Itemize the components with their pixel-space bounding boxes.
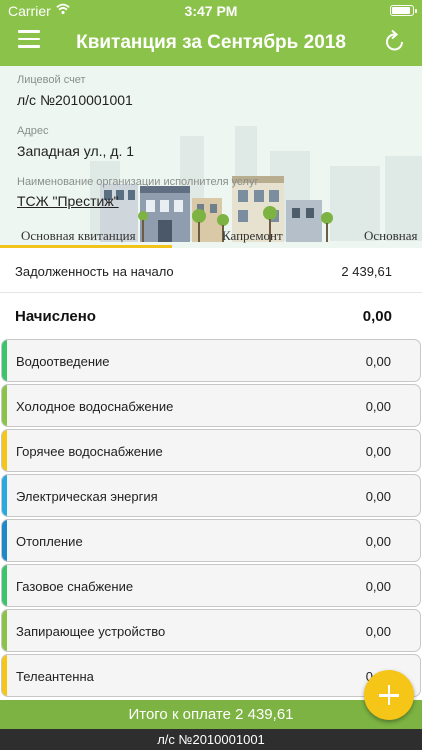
provider-label: Наименование организации исполнителя усл…: [17, 176, 259, 188]
status-bar: Carrier 3:47 PM: [0, 0, 422, 22]
tab-capital-repair[interactable]: Капремонт: [222, 228, 283, 244]
service-value: 0,00: [365, 399, 391, 414]
battery-icon: [390, 5, 417, 16]
service-label: Холодное водоснабжение: [16, 399, 174, 414]
account-label: Лицевой счет: [17, 74, 86, 86]
service-color-bar: [2, 475, 7, 516]
service-color-bar: [2, 610, 7, 651]
account-footer: л/с №2010001001: [0, 729, 422, 750]
accrued-row: Начислено 0,00: [0, 295, 422, 337]
service-row[interactable]: Холодное водоснабжение 0,00: [1, 384, 421, 427]
service-value: 0,00: [365, 579, 391, 594]
refresh-icon[interactable]: [382, 28, 408, 54]
address-label: Адрес: [17, 125, 49, 137]
service-color-bar: [2, 385, 7, 426]
provider-link[interactable]: ТСЖ "Престиж": [17, 193, 119, 209]
accrued-value: 0,00: [362, 308, 392, 325]
service-row[interactable]: Водоотведение 0,00: [1, 339, 421, 382]
service-row[interactable]: Отопление 0,00: [1, 519, 421, 562]
status-time: 3:47 PM: [184, 3, 238, 19]
opening-debt-label: Задолженность на начало: [15, 264, 174, 279]
receipt-info: Лицевой счет л/с №2010001001 Адрес Запад…: [0, 66, 422, 248]
service-label: Запирающее устройство: [16, 624, 166, 639]
accrued-label: Начислено: [15, 308, 96, 325]
service-value: 0,00: [365, 534, 391, 549]
tab-main-secondary[interactable]: Основная: [364, 228, 417, 244]
service-label: Газовое снабжение: [16, 579, 134, 594]
service-label: Отопление: [16, 534, 83, 549]
service-value: 0,00: [365, 354, 391, 369]
service-value: 0,00: [365, 624, 391, 639]
tab-main-receipt[interactable]: Основная квитанция: [21, 228, 136, 244]
service-color-bar: [2, 565, 7, 606]
service-label: Телеантенна: [16, 669, 94, 684]
service-label: Горячее водоснабжение: [16, 444, 163, 459]
plus-icon[interactable]: [364, 670, 414, 720]
service-row[interactable]: Телеантенна 0,00: [1, 654, 421, 697]
service-value: 0,00: [365, 489, 391, 504]
service-label: Водоотведение: [16, 354, 110, 369]
service-color-bar: [2, 430, 7, 471]
total-due-bar[interactable]: Итого к оплате 2 439,61: [0, 700, 422, 729]
service-color-bar: [2, 655, 7, 696]
opening-debt-row: Задолженность на начало 2 439,61: [0, 248, 422, 293]
app-header: Carrier 3:47 PM Квитанция за Сентябрь 20…: [0, 0, 422, 66]
service-color-bar: [2, 340, 7, 381]
service-row[interactable]: Электрическая энергия 0,00: [1, 474, 421, 517]
service-row[interactable]: Запирающее устройство 0,00: [1, 609, 421, 652]
page-title: Квитанция за Сентябрь 2018: [76, 32, 346, 53]
service-row[interactable]: Газовое снабжение 0,00: [1, 564, 421, 607]
service-label: Электрическая энергия: [16, 489, 158, 504]
service-color-bar: [2, 520, 7, 561]
service-row[interactable]: Горячее водоснабжение 0,00: [1, 429, 421, 472]
opening-debt-value: 2 439,61: [341, 264, 392, 279]
address-value: Западная ул., д. 1: [17, 143, 135, 159]
account-number: л/с №2010001001: [17, 92, 133, 108]
service-value: 0,00: [365, 444, 391, 459]
